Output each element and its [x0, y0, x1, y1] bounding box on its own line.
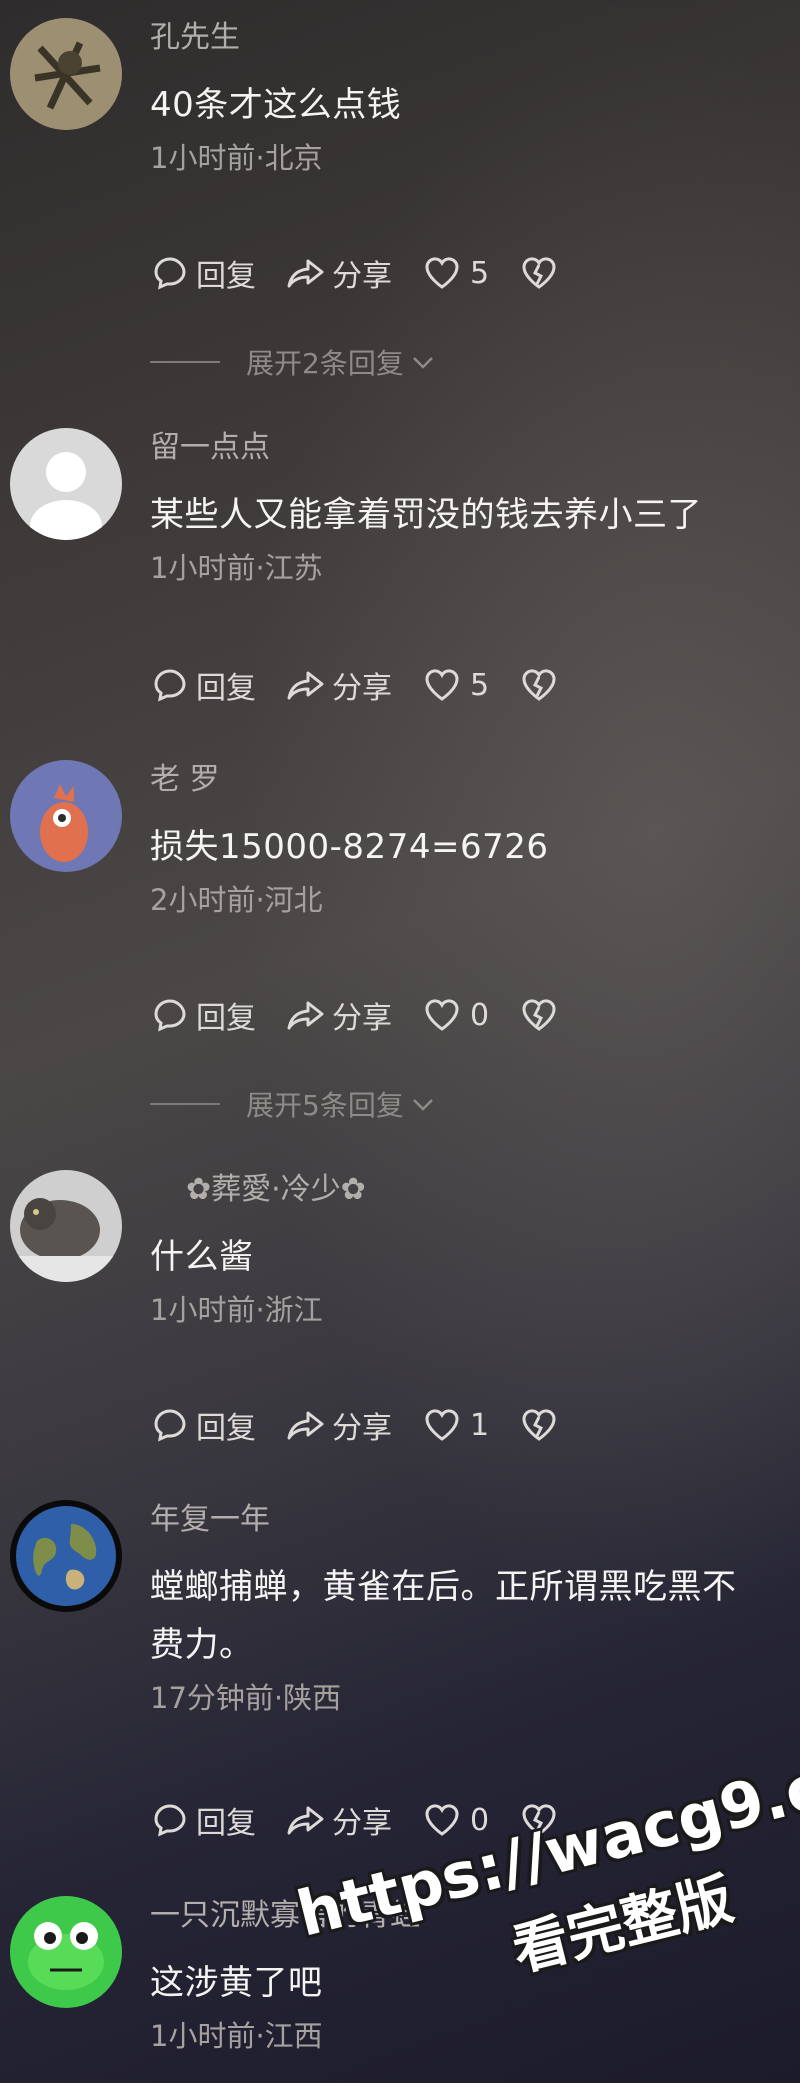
- reply-button[interactable]: 回复: [150, 251, 256, 295]
- divider-line: [150, 361, 220, 363]
- comment-text: 螳螂捕蝉，黄雀在后。正所谓黑吃黑不费力。: [150, 1567, 737, 1665]
- comment-text: 什么酱: [150, 1237, 254, 1277]
- chevron-down-icon: [412, 357, 433, 369]
- broken-heart-icon: [522, 257, 556, 289]
- expand-replies-button[interactable]: 展开2条回复: [150, 342, 438, 382]
- share-arrow-icon: [287, 671, 324, 700]
- like-button[interactable]: 5: [422, 665, 489, 705]
- comment-meta: 1小时前·浙江: [150, 1293, 323, 1327]
- heart-icon: [425, 1804, 459, 1836]
- dislike-button[interactable]: [519, 1405, 565, 1445]
- share-arrow-icon: [287, 259, 324, 288]
- share-button[interactable]: 分享: [286, 251, 392, 295]
- like-count: 0: [470, 997, 490, 1033]
- comment-icon: [154, 257, 186, 290]
- heart-icon: [425, 669, 459, 701]
- comment-icon: [154, 1409, 186, 1442]
- reply-button[interactable]: 回复: [150, 1798, 256, 1842]
- expand-replies-button[interactable]: 展开5条回复: [150, 1084, 438, 1124]
- comment-meta: 17分钟前·陕西: [150, 1681, 342, 1715]
- reply-label: 回复: [196, 671, 256, 706]
- comment-meta: 1小时前·江苏: [150, 551, 323, 585]
- share-label: 分享: [332, 1411, 392, 1446]
- share-button[interactable]: 分享: [286, 1403, 392, 1447]
- user-avatar[interactable]: [10, 760, 122, 872]
- broken-heart-icon: [522, 1409, 556, 1441]
- share-arrow-icon: [287, 1001, 324, 1030]
- like-count: 1: [470, 1407, 490, 1443]
- reply-label: 回复: [196, 259, 256, 294]
- share-button[interactable]: 分享: [286, 993, 392, 1037]
- share-button[interactable]: 分享: [286, 1798, 392, 1842]
- share-arrow-icon: [287, 1806, 324, 1835]
- username[interactable]: 孔先生: [150, 18, 770, 58]
- broken-heart-icon: [522, 999, 556, 1031]
- share-arrow-icon: [287, 1411, 324, 1440]
- like-button[interactable]: 5: [422, 253, 489, 293]
- heart-icon: [425, 1409, 459, 1441]
- username[interactable]: 留一点点: [150, 428, 770, 468]
- user-avatar[interactable]: [10, 18, 122, 130]
- username[interactable]: ✿葬愛·冷少✿: [186, 1170, 770, 1210]
- dislike-button[interactable]: [519, 253, 565, 293]
- divider-line: [150, 1103, 220, 1105]
- comment-text: 某些人又能拿着罚没的钱去养小三了: [150, 495, 702, 535]
- dislike-button[interactable]: [519, 995, 565, 1035]
- reply-button[interactable]: 回复: [150, 663, 256, 707]
- share-label: 分享: [332, 259, 392, 294]
- comment-meta: 1小时前·北京: [150, 141, 323, 175]
- comment-text: 40条才这么点钱: [150, 85, 402, 125]
- share-label: 分享: [332, 1001, 392, 1036]
- like-button[interactable]: 0: [422, 995, 489, 1035]
- comment-icon: [154, 1804, 186, 1837]
- username[interactable]: 年复一年: [150, 1500, 770, 1540]
- user-avatar[interactable]: [10, 1170, 122, 1282]
- comment-meta: 2小时前·河北: [150, 883, 323, 917]
- user-avatar[interactable]: [10, 1500, 122, 1612]
- like-count: 5: [470, 667, 490, 703]
- reply-button[interactable]: 回复: [150, 1403, 256, 1447]
- heart-icon: [425, 999, 459, 1031]
- like-count: 5: [470, 255, 490, 291]
- expand-label: 展开5条回复: [246, 1089, 404, 1122]
- share-button[interactable]: 分享: [286, 663, 392, 707]
- expand-label: 展开2条回复: [246, 347, 404, 380]
- share-label: 分享: [332, 1806, 392, 1841]
- reply-label: 回复: [196, 1411, 256, 1446]
- user-avatar[interactable]: [10, 1896, 122, 2008]
- share-label: 分享: [332, 671, 392, 706]
- comment-icon: [154, 669, 186, 702]
- reply-button[interactable]: 回复: [150, 993, 256, 1037]
- user-avatar[interactable]: [10, 428, 122, 540]
- username[interactable]: 老 罗: [150, 760, 770, 800]
- heart-icon: [425, 257, 459, 289]
- comment-text: 损失15000-8274=6726: [150, 827, 549, 867]
- broken-heart-icon: [522, 669, 556, 701]
- chevron-down-icon: [412, 1099, 433, 1111]
- reply-label: 回复: [196, 1806, 256, 1841]
- dislike-button[interactable]: [519, 665, 565, 705]
- comment-icon: [154, 999, 186, 1032]
- background-glow: [0, 0, 800, 2083]
- like-button[interactable]: 1: [422, 1405, 489, 1445]
- reply-label: 回复: [196, 1001, 256, 1036]
